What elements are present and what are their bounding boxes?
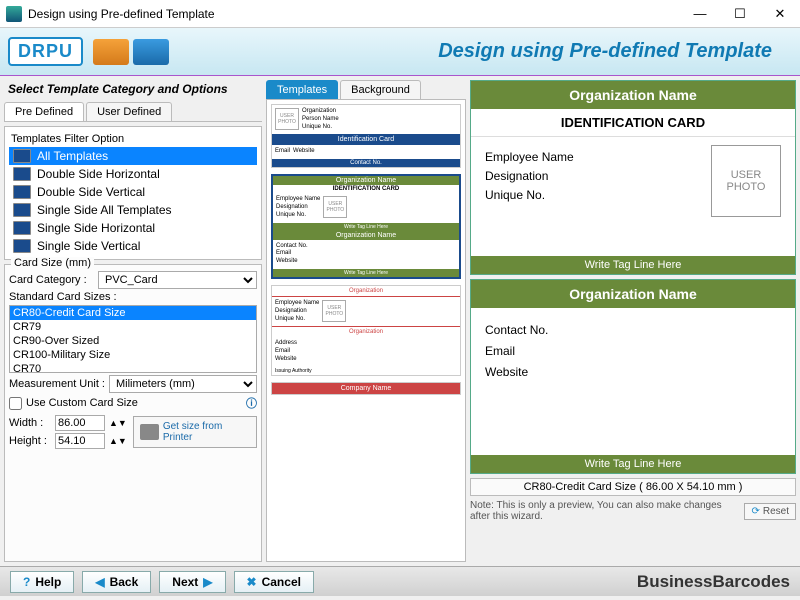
size-option[interactable]: CR79 xyxy=(10,320,256,334)
card-category-select[interactable]: PVC_Card xyxy=(98,271,257,289)
refresh-icon: ⟳ xyxy=(751,506,759,517)
filter-single-vertical[interactable]: Single Side Vertical xyxy=(9,237,257,255)
template-icon xyxy=(13,203,31,217)
width-input[interactable] xyxy=(55,415,105,431)
arrow-left-icon: ◀ xyxy=(95,575,104,589)
window-title: Design using Pre-defined Template xyxy=(28,7,680,21)
card-dimensions-bar: CR80-Credit Card Size ( 86.00 X 54.10 mm… xyxy=(470,478,796,496)
size-option[interactable]: CR80-Credit Card Size xyxy=(10,306,256,320)
idcard-icon xyxy=(93,39,129,65)
width-label: Width : xyxy=(9,417,51,429)
help-button[interactable]: ?Help xyxy=(10,571,74,593)
filter-single-all[interactable]: Single Side All Templates xyxy=(9,201,257,219)
template-thumb[interactable]: Organization Employee NameDesignationUni… xyxy=(271,285,461,376)
arrow-right-icon: ▶ xyxy=(203,575,212,589)
preview-tagline: Write Tag Line Here xyxy=(471,455,795,473)
preview-tagline: Write Tag Line Here xyxy=(471,256,795,274)
size-option[interactable]: CR90-Over Sized xyxy=(10,334,256,348)
template-icon xyxy=(13,221,31,235)
card-size-legend: Card Size (mm) xyxy=(11,257,94,269)
reset-button[interactable]: ⟳Reset xyxy=(744,503,796,520)
filter-double-vertical[interactable]: Double Side Vertical xyxy=(9,183,257,201)
standard-sizes-label: Standard Card Sizes : xyxy=(9,291,117,303)
card-preview-front: Organization Name IDENTIFICATION CARD Em… xyxy=(470,80,796,275)
template-thumb[interactable]: USER PHOTOOrganizationPerson NameUnique … xyxy=(271,104,461,168)
card-category-label: Card Category : xyxy=(9,274,94,286)
brand-logo: DRPU xyxy=(8,37,83,66)
templates-thumbnails[interactable]: USER PHOTOOrganizationPerson NameUnique … xyxy=(266,99,466,562)
height-label: Height : xyxy=(9,435,51,447)
printer-icon xyxy=(140,424,159,440)
app-icon xyxy=(6,6,22,22)
preview-field: Designation xyxy=(485,169,701,183)
filter-all-templates[interactable]: All Templates xyxy=(9,147,257,165)
tab-user-defined[interactable]: User Defined xyxy=(86,102,172,121)
cancel-button[interactable]: ✖Cancel xyxy=(234,571,314,593)
template-thumb-selected[interactable]: Organization Name IDENTIFICATION CARD Em… xyxy=(271,174,461,279)
preview-field: Unique No. xyxy=(485,188,701,202)
measurement-unit-select[interactable]: Milimeters (mm) xyxy=(109,375,257,393)
tab-background[interactable]: Background xyxy=(340,80,421,99)
header-card-icons xyxy=(93,39,169,65)
template-thumb[interactable]: Company Name xyxy=(271,382,461,395)
measurement-unit-label: Measurement Unit : xyxy=(9,378,105,390)
filter-title: Templates Filter Option xyxy=(9,131,257,147)
filter-single-horizontal[interactable]: Single Side Horizontal xyxy=(9,219,257,237)
close-icon: ✖ xyxy=(247,575,257,589)
custom-size-label: Use Custom Card Size xyxy=(26,397,138,409)
preview-field: Contact No. xyxy=(485,323,781,337)
preview-note: Note: This is only a preview, You can al… xyxy=(470,500,738,522)
tab-pre-defined[interactable]: Pre Defined xyxy=(4,102,84,121)
card-preview-back: Organization Name Contact No. Email Webs… xyxy=(470,279,796,474)
template-icon xyxy=(13,167,31,181)
preview-field: Employee Name xyxy=(485,150,701,164)
height-input[interactable] xyxy=(55,433,105,449)
filter-double-horizontal[interactable]: Double Side Horizontal xyxy=(9,165,257,183)
minimize-button[interactable]: ― xyxy=(680,0,720,28)
preview-org-name: Organization Name xyxy=(471,280,795,308)
close-button[interactable]: ✕ xyxy=(760,0,800,28)
template-icon xyxy=(13,239,31,253)
custom-size-checkbox[interactable] xyxy=(9,397,22,410)
help-icon: ? xyxy=(23,575,30,589)
template-icon xyxy=(13,149,31,163)
next-button[interactable]: Next▶ xyxy=(159,571,225,593)
preview-org-name: Organization Name xyxy=(471,81,795,109)
maximize-button[interactable]: ☐ xyxy=(720,0,760,28)
info-icon[interactable]: ⓘ xyxy=(246,395,257,411)
tab-templates[interactable]: Templates xyxy=(266,80,338,99)
standard-sizes-list[interactable]: CR80-Credit Card Size CR79 CR90-Over Siz… xyxy=(9,305,257,373)
preview-card-title: IDENTIFICATION CARD xyxy=(471,109,795,137)
size-option[interactable]: CR100-Military Size xyxy=(10,348,256,362)
idcard-icon xyxy=(133,39,169,65)
header-title: Design using Pre-defined Template xyxy=(169,40,792,63)
template-icon xyxy=(13,185,31,199)
brand-footer: BusinessBarcodes xyxy=(637,572,790,592)
section-title: Select Template Category and Options xyxy=(4,80,262,98)
back-button[interactable]: ◀Back xyxy=(82,571,151,593)
preview-field: Email xyxy=(485,344,781,358)
preview-field: Website xyxy=(485,365,781,379)
size-option[interactable]: CR70 xyxy=(10,362,256,373)
get-size-from-printer-button[interactable]: Get size from Printer xyxy=(133,416,257,448)
preview-photo-placeholder: USER PHOTO xyxy=(711,145,781,217)
